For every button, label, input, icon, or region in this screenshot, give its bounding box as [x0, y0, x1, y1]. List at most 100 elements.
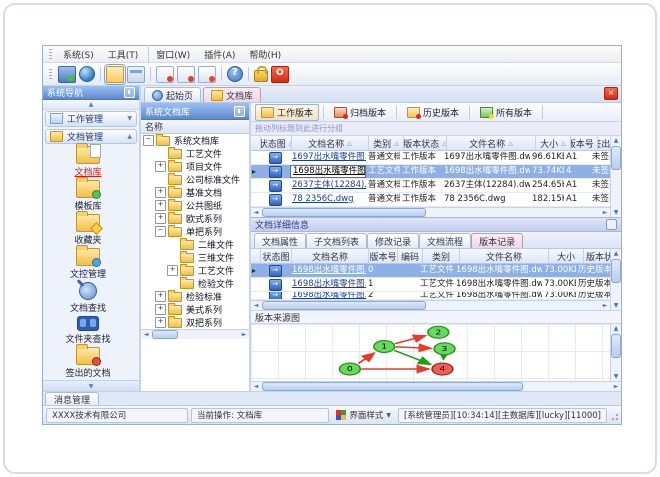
- sidebar-group-document-management[interactable]: 文档管理 ▲: [45, 128, 137, 145]
- status-bar: XXXX技术有限公司 当前操作: 文档库 界面样式 ▼ [系统管理员][10:3…: [43, 405, 621, 424]
- version-row[interactable]: → 1698出水嘴零件图.dwg 1 工艺文件 1698出水嘴零件图.dwg 7…: [251, 278, 610, 292]
- sidebar-title: 系统导航: [47, 89, 84, 99]
- column-header[interactable]: 版本号△: [571, 136, 598, 150]
- separator: [396, 105, 398, 119]
- version-icon: [334, 106, 349, 119]
- table-horizontal-scrollbar[interactable]: ◄ ►: [251, 207, 610, 217]
- message-management-tab[interactable]: 消息管理: [45, 392, 100, 406]
- group-separator[interactable]: [100, 67, 101, 81]
- document-row[interactable]: → 2637主体(12284).dwg 普通文档 工作版本 2637主体(122…: [251, 179, 610, 193]
- mail-send-icon[interactable]: [177, 65, 195, 83]
- folder-icon: [50, 130, 63, 142]
- pin-icon[interactable]: [606, 219, 617, 230]
- document-name-link[interactable]: 1698出水嘴零件图.dwg: [290, 165, 366, 178]
- document-name-link[interactable]: 1698出水嘴零件图.dwg: [290, 278, 366, 291]
- menu-item[interactable]: 系统(S): [56, 47, 101, 62]
- tab-subdoc-list[interactable]: 子文档列表: [306, 233, 368, 248]
- column-header[interactable]: 版本状态 △: [404, 136, 447, 150]
- document-row[interactable]: → 78 2356C.dwg 普通文档 工作版本 78 2356C.dwg 18…: [251, 193, 610, 207]
- sidebar-group-work-management[interactable]: 工作管理 ▼: [45, 110, 137, 127]
- document-library-icon[interactable]: [104, 63, 126, 85]
- network-globe-icon[interactable]: [79, 66, 95, 82]
- all-versions-button[interactable]: 所有版本: [474, 104, 538, 121]
- exit-icon[interactable]: [271, 65, 289, 83]
- pin-icon[interactable]: [234, 105, 245, 117]
- archive-version-button[interactable]: 归档版本: [328, 104, 392, 121]
- mail-alert-icon[interactable]: [198, 65, 216, 83]
- toolbar-grip[interactable]: [49, 69, 52, 79]
- tree-panel-title: 系统文档库: [145, 107, 191, 118]
- chevron-down-icon[interactable]: ▼: [127, 115, 132, 122]
- menu-item[interactable]: 帮助(H): [242, 47, 288, 62]
- interface-icon[interactable]: [58, 65, 76, 83]
- status-icon: →: [268, 152, 282, 164]
- column-header[interactable]: 签出状态△: [598, 136, 610, 150]
- version-source-graph[interactable]: 0 1 23 4: [251, 324, 610, 381]
- document-name-link[interactable]: 1698出水嘴零件图.dwg: [290, 264, 366, 277]
- layout-window-icon[interactable]: [127, 65, 145, 83]
- column-header[interactable]: 类别 △: [369, 136, 404, 150]
- toolbar-grip[interactable]: [49, 49, 52, 59]
- version-row[interactable]: → 1698出水嘴零件图.dwg 0 工艺文件 1698出水嘴零件图.dwg 7…: [251, 264, 610, 278]
- document-name-link[interactable]: 2637主体(12284).dwg: [290, 179, 366, 192]
- bottom-tab-row: 消息管理: [43, 391, 621, 406]
- document-name-link[interactable]: 1698出水嘴零件图.dwg: [290, 292, 366, 299]
- mail-delete-icon[interactable]: [156, 65, 174, 83]
- menu-item[interactable]: 工具(T): [101, 47, 146, 62]
- session-info: [系统管理员][10:34:14][主数据库][lucky][11000]: [398, 407, 607, 423]
- column-header[interactable]: 大小 △: [536, 136, 571, 150]
- column-header[interactable]: 文档名称: [292, 249, 369, 263]
- table-horizontal-scrollbar[interactable]: ◄ ►: [251, 300, 610, 310]
- menu-item[interactable]: 窗口(W): [148, 46, 197, 62]
- menu-item[interactable]: 插件(A): [197, 47, 242, 62]
- work-version-table: 状态图△文档名称△类别△版本状态△文件名称△大小△版本号△签出状态△ → 169…: [251, 136, 621, 217]
- version-row[interactable]: → 1698出水嘴零件图.dwg 2 工艺文件 1698出水嘴零件图.dwg 7…: [251, 292, 610, 300]
- pin-icon[interactable]: [124, 87, 135, 98]
- tree-horizontal-scrollbar[interactable]: ◄ ►: [141, 329, 249, 339]
- column-header[interactable]: 版本号: [369, 249, 398, 263]
- document-row[interactable]: → 1698出水嘴零件图.dwg 工艺文件 工作版本 1698出水嘴零件图.dw…: [251, 165, 610, 179]
- column-header[interactable]: 编码: [398, 249, 423, 263]
- help-icon[interactable]: [227, 66, 243, 82]
- tab-document-library[interactable]: 文档库: [203, 87, 262, 102]
- tab-doc-properties[interactable]: 文档属性: [254, 233, 307, 248]
- group-separator[interactable]: [221, 67, 222, 81]
- column-header[interactable]: 类别: [423, 249, 460, 263]
- graph-horizontal-scrollbar[interactable]: ◄ ►: [251, 381, 621, 391]
- table-vertical-scrollbar[interactable]: ▲ ▼: [610, 249, 621, 310]
- sort-ascending-icon: △: [508, 139, 513, 147]
- sidebar-scroll-down[interactable]: ▼: [43, 380, 139, 391]
- column-header[interactable]: 版本状态: [584, 249, 610, 263]
- column-header[interactable]: 状态图: [261, 249, 292, 263]
- group-by-hint[interactable]: 拖动列标题到此进行分组: [251, 122, 621, 136]
- document-name-link[interactable]: 78 2356C.dwg: [290, 193, 366, 206]
- column-header[interactable]: 大小: [549, 249, 584, 263]
- details-panel-header: 文档详细信息: [251, 217, 621, 232]
- separator: [542, 105, 544, 119]
- tab-start-page[interactable]: 起始页: [144, 87, 202, 102]
- column-header[interactable]: 文档名称 △: [292, 136, 369, 150]
- close-tab-button[interactable]: ×: [604, 87, 618, 100]
- table-vertical-scrollbar[interactable]: ▲ ▼: [610, 136, 621, 217]
- sidebar-scroll-up[interactable]: ▲: [43, 100, 139, 110]
- column-header[interactable]: 文件名称: [460, 249, 549, 263]
- resize-grip[interactable]: [610, 414, 618, 422]
- graph-vertical-scrollbar[interactable]: ▲ ▼: [610, 324, 621, 381]
- work-version-button[interactable]: 工作版本: [255, 103, 320, 121]
- lock-icon[interactable]: [254, 66, 268, 82]
- status-icon: →: [268, 194, 282, 206]
- group-separator[interactable]: [150, 67, 151, 81]
- tab-doc-flow[interactable]: 文档流程: [419, 233, 472, 248]
- column-header[interactable]: 文件名称 △: [447, 136, 536, 150]
- tab-version-records[interactable]: 版本记录: [471, 233, 524, 248]
- tab-modification-records[interactable]: 修改记录: [367, 233, 420, 248]
- interface-style-button[interactable]: 界面样式 ▼: [332, 409, 395, 422]
- document-name-link[interactable]: 1697出水嘴零件图.dwg: [290, 151, 366, 164]
- group-separator[interactable]: [248, 67, 249, 81]
- document-row[interactable]: → 1697出水嘴零件图.dwg 普通文档 工作版本 1697出水嘴零件图.dw…: [251, 151, 610, 165]
- version-toolbar: 工作版本 归档版本 历史版本 所有版本: [251, 103, 621, 122]
- chevron-up-icon[interactable]: ▲: [127, 133, 132, 140]
- history-version-button[interactable]: 历史版本: [401, 104, 465, 121]
- tree-column-header[interactable]: 名称: [141, 120, 249, 134]
- column-header[interactable]: 状态图△: [261, 136, 292, 150]
